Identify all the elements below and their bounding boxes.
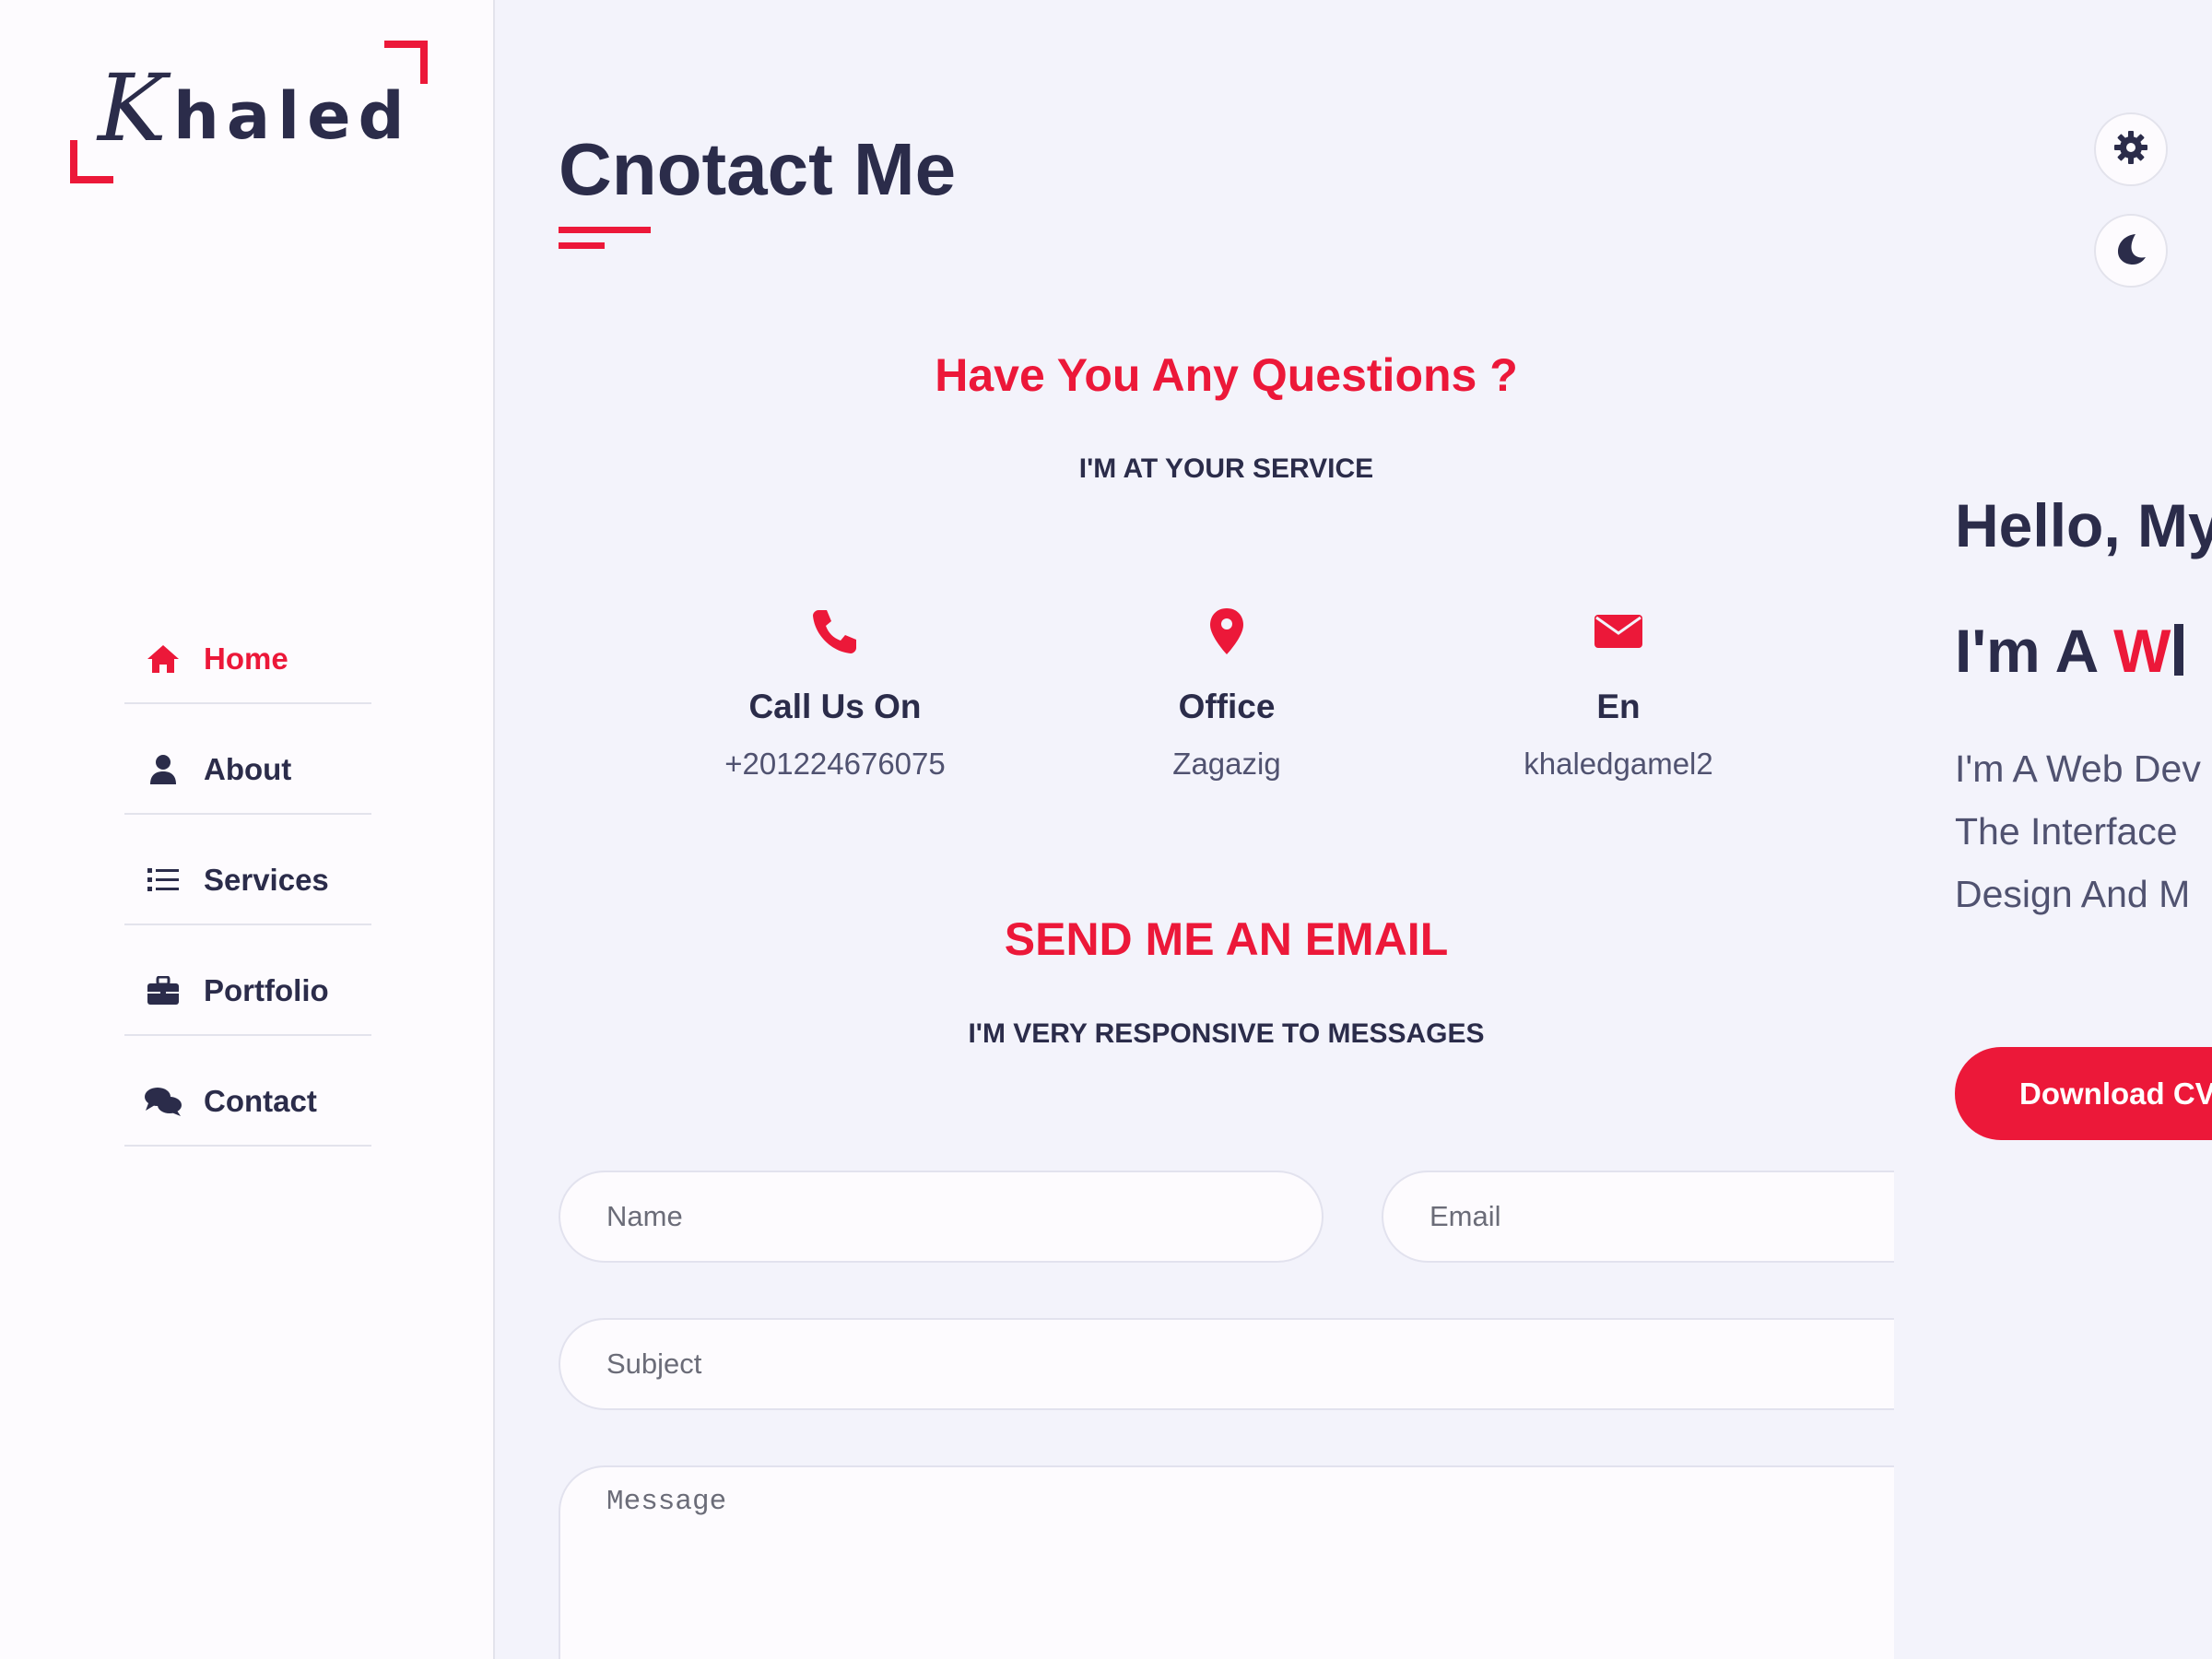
home-icon [135,639,191,679]
nav-label-portfolio: Portfolio [204,973,329,1007]
nav-label-home: Home [204,641,288,676]
home-description-line: Design And M [1955,873,2191,915]
settings-toggle[interactable] [2094,112,2168,186]
questions-heading: Have You Any Questions ? [935,349,1518,401]
email-subheading: I'M VERY RESPONSIVE TO MESSAGES [968,1018,1485,1049]
theme-toggle[interactable] [2094,214,2168,288]
main-nav: Home About Services Portfolio Contact [124,594,371,1147]
name-input[interactable] [559,1171,1324,1263]
briefcase-icon [135,971,191,1011]
home-description-line: I'm A Web Dev [1955,747,2201,790]
nav-item-portfolio[interactable]: Portfolio [124,925,371,1036]
sidebar: K haled Home About Services Portfolio Co… [0,0,495,1659]
contact-content: Have You Any Questions ? I'M AT YOUR SER… [559,332,1894,1659]
home-description-line: The Interface [1955,810,2178,853]
list-icon [135,860,191,900]
info-email: En khaledgamel2 [1342,599,1894,782]
email-input[interactable] [1382,1171,1894,1263]
nav-item-contact[interactable]: Contact [124,1036,371,1147]
gear-icon [2112,129,2149,171]
user-icon [135,749,191,790]
nav-label-contact: Contact [204,1084,317,1118]
info-email-value[interactable]: khaledgamel2 [1342,747,1894,782]
home-section-peek: Hello, My I'm A W I'm A Web Dev The Inte… [1955,0,2212,1659]
questions-subheading: I'M AT YOUR SERVICE [1078,453,1374,484]
logo-corner-top-right [384,41,428,84]
logo[interactable]: K haled [70,41,428,183]
title-underline-short [559,242,605,249]
hello-heading: Hello, My [1955,491,2212,559]
home-description: I'm A Web Dev The Interface Design And M [1955,737,2212,925]
nav-item-home[interactable]: Home [124,594,371,704]
typing-text: W [2113,617,2171,685]
message-textarea[interactable] [559,1465,1894,1659]
nav-label-services: Services [204,863,329,897]
nav-item-services[interactable]: Services [124,815,371,925]
logo-text: haled [173,78,412,154]
comments-icon [135,1081,191,1122]
nav-label-about: About [204,752,292,786]
title-underline-long [559,227,651,233]
typing-cursor [2174,624,2184,676]
moon-icon [2113,231,2148,271]
nav-item-about[interactable]: About [124,704,371,815]
page-title: Cnotact Me [559,128,957,210]
subject-input[interactable] [559,1318,1894,1410]
typing-heading: I'm A W [1955,616,2184,686]
typing-prefix: I'm A [1955,617,2114,685]
logo-first-letter: K [98,54,167,162]
email-heading: SEND ME AN EMAIL [1004,913,1449,965]
info-email-title: En [1596,688,1641,725]
page: K haled Home About Services Portfolio Co… [0,0,2212,1659]
download-cv-button[interactable]: Download CV [1955,1047,2212,1140]
envelope-icon [1342,599,1894,664]
